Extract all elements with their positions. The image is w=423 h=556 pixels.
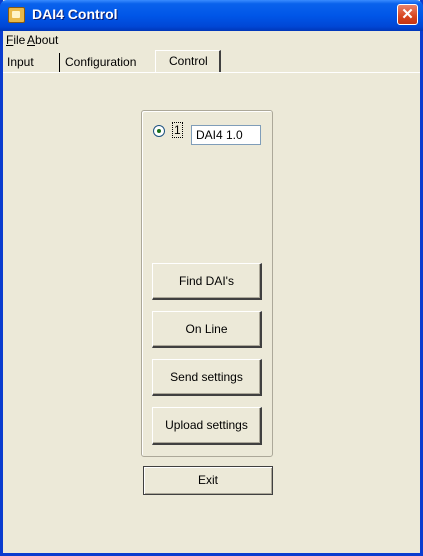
menu-file[interactable]: File (6, 33, 25, 47)
title-bar[interactable]: DAI4 Control ✕ (0, 0, 423, 31)
app-icon (8, 7, 25, 23)
main-window: DAI4 Control ✕ File About Input Configur… (0, 0, 423, 556)
device-name-field[interactable]: DAI4 1.0 (191, 125, 261, 145)
device-radio-label[interactable]: 1 (172, 122, 183, 138)
close-button[interactable]: ✕ (397, 4, 418, 25)
send-settings-button[interactable]: Send settings (152, 359, 262, 396)
upload-settings-button[interactable]: Upload settings (152, 407, 262, 445)
control-tab-panel: 1 DAI4 1.0 Find DAI's On Line Send setti… (3, 72, 420, 553)
device-radio-button[interactable] (153, 125, 165, 137)
close-icon: ✕ (401, 6, 414, 23)
find-dais-button[interactable]: Find DAI's (152, 263, 262, 300)
exit-button[interactable]: Exit (143, 466, 273, 495)
online-button[interactable]: On Line (152, 311, 262, 348)
menu-about[interactable]: About (27, 33, 58, 47)
menu-bar: File About (3, 31, 420, 50)
window-title: DAI4 Control (32, 6, 118, 22)
tab-input[interactable]: Input (7, 53, 34, 72)
tab-configuration[interactable]: Configuration (65, 53, 136, 72)
tab-control[interactable]: Control (155, 50, 221, 72)
tab-divider (59, 53, 60, 72)
